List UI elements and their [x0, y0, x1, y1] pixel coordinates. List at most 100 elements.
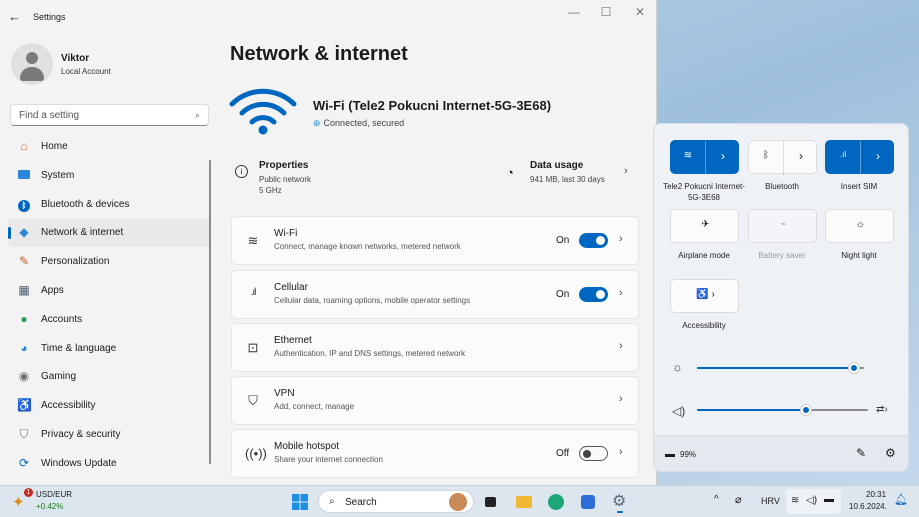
globe-icon: ◕ — [20, 340, 28, 355]
chevron-right-icon[interactable]: › — [706, 149, 740, 163]
hotspot-toggle[interactable] — [579, 446, 608, 461]
brightness-icon: ☼ — [672, 360, 683, 374]
search-icon: ⌕ — [194, 110, 200, 120]
sidebar-item-system[interactable]: System — [8, 161, 210, 190]
data-usage-icon: ◔ — [506, 165, 514, 180]
maximize-icon[interactable]: ☐ — [590, 5, 622, 19]
ethernet-settings-card[interactable]: ⊡ Ethernet Authentication, IP and DNS se… — [231, 323, 639, 372]
start-button[interactable] — [289, 491, 311, 513]
brightness-thumb[interactable] — [848, 363, 859, 373]
sidebar-item-home[interactable]: ⌂ Home — [8, 132, 210, 161]
battery-icon: ▬ — [824, 494, 834, 505]
edit-icon[interactable]: ✎ — [856, 446, 866, 460]
night-light-tile[interactable]: ☼ — [825, 209, 894, 243]
folder-icon — [516, 496, 532, 508]
language-indicator[interactable]: HRV — [761, 496, 780, 506]
wifi-icon: ≋ — [791, 495, 800, 506]
title-bar: ← Settings — ☐ ✕ — [0, 0, 656, 34]
sidebar-item-accounts[interactable]: ● Accounts — [8, 305, 210, 334]
toggle-state-label: Off — [556, 448, 570, 459]
sidebar-item-label: Personalization — [41, 256, 110, 268]
store-button[interactable] — [577, 491, 599, 513]
settings-app-button[interactable]: ⚙ — [609, 491, 631, 513]
tile-label: Tele2 Pokucni Internet-5G-3E68 — [663, 182, 745, 202]
network-profile-type: Public network — [259, 175, 312, 184]
location-icon[interactable]: ⌀ — [735, 493, 742, 506]
tile-label: Accessibility — [682, 321, 726, 330]
chevron-right-icon[interactable]: › — [784, 149, 818, 163]
card-subtitle: Share your internet connection — [274, 455, 383, 464]
close-icon[interactable]: ✕ — [624, 5, 656, 19]
sidebar-item-apps[interactable]: ▦ Apps — [8, 276, 210, 305]
airplane-icon: ✈ — [701, 219, 710, 230]
sidebar-item-label: Privacy & security — [41, 428, 121, 440]
hotspot-icon: ((•)) — [245, 446, 267, 461]
cellular-settings-card[interactable]: .ıl Cellular Cellular data, roaming opti… — [231, 270, 639, 319]
battery-icon[interactable]: ▬ — [665, 449, 675, 460]
settings-window: ← Settings — ☐ ✕ Viktor Local Account Fi… — [0, 0, 657, 485]
task-view-icon — [485, 497, 496, 507]
wifi-settings-card[interactable]: ≋ Wi-Fi Connect, manage known networks, … — [231, 216, 639, 265]
toggle-state-label: On — [556, 289, 570, 300]
chevron-right-icon[interactable]: › — [861, 149, 895, 163]
taskbar-search[interactable]: ⌕ Search — [318, 490, 474, 513]
edge-button[interactable] — [545, 491, 567, 513]
sidebar-item-label: System — [41, 169, 75, 181]
settings-gear-icon[interactable]: ⚙ — [885, 446, 896, 460]
active-indicator — [8, 227, 11, 240]
mobile-hotspot-card[interactable]: ((•)) Mobile hotspot Share your internet… — [231, 429, 639, 478]
sidebar-item-time-language[interactable]: ◕ Time & language — [8, 334, 210, 363]
vpn-settings-card[interactable]: ⛉ VPN Add, connect, manage › — [231, 376, 639, 425]
tile-label: Insert SIM — [840, 182, 878, 191]
task-view-button[interactable] — [480, 491, 502, 513]
search-placeholder: Find a setting — [19, 110, 80, 121]
chevron-right-icon: › — [619, 446, 623, 458]
sidebar-item-accessibility[interactable]: ♿ Accessibility — [8, 391, 210, 420]
network-icon: ◆ — [19, 225, 29, 240]
sidebar-item-bluetooth[interactable]: ᛒ Bluetooth & devices — [8, 190, 210, 219]
clock-date[interactable]: 10.6.2024. — [849, 502, 887, 511]
system-tray-status[interactable]: ≋ ◁) ▬ — [786, 489, 841, 514]
wifi-quick-tile[interactable]: ≋ › — [670, 140, 740, 175]
notification-bell-icon[interactable]: 🔔︎ — [894, 493, 908, 506]
cellular-quick-tile[interactable]: .ıl › — [825, 140, 895, 175]
notification-badge: 1 — [24, 488, 33, 497]
volume-slider[interactable] — [697, 405, 868, 415]
chevron-up-icon[interactable]: ^ — [714, 494, 719, 505]
sidebar-item-windows-update[interactable]: ⟳ Windows Update — [8, 449, 210, 478]
sidebar-item-label: Home — [41, 141, 68, 152]
sidebar-item-network[interactable]: ◆ Network & internet — [8, 218, 210, 248]
battery-saver-tile: ⌁ — [748, 209, 817, 243]
brightness-slider[interactable] — [697, 363, 864, 373]
info-icon: i — [235, 165, 248, 178]
avatar[interactable] — [11, 43, 53, 85]
file-explorer-button[interactable] — [513, 491, 535, 513]
speaker-icon[interactable]: ◁) — [672, 404, 685, 418]
sidebar-nav: ⌂ Home System ᛒ Bluetooth & devices ◆ Ne… — [8, 132, 210, 478]
page-title: Network & internet — [230, 43, 408, 65]
bluetooth-icon: ᛒ — [17, 197, 31, 212]
quick-settings-footer: ▬ 99% ✎ ⚙ — [654, 435, 908, 471]
sidebar-item-privacy[interactable]: ⛉ Privacy & security — [8, 420, 210, 449]
minimize-icon[interactable]: — — [558, 5, 590, 19]
search-input[interactable]: Find a setting ⌕ — [10, 104, 209, 126]
sidebar-item-personalization[interactable]: ✎ Personalization — [8, 247, 210, 276]
sidebar-item-label: Accessibility — [41, 400, 96, 412]
airplane-mode-tile[interactable]: ✈ — [670, 209, 739, 243]
clock-time[interactable]: 20:31 — [866, 490, 886, 499]
chart-icon: ✦ — [12, 494, 25, 511]
sidebar-scrollbar[interactable] — [209, 160, 211, 464]
bluetooth-quick-tile[interactable]: ᛒ › — [748, 140, 818, 175]
accessibility-tile[interactable]: ♿ › — [670, 279, 739, 313]
properties-title: Properties — [259, 160, 309, 171]
wifi-toggle[interactable] — [579, 233, 608, 248]
brush-icon: ✎ — [18, 254, 30, 269]
sidebar-item-gaming[interactable]: ◉ Gaming — [8, 362, 210, 391]
home-icon: ⌂ — [20, 139, 28, 153]
audio-output-icon[interactable]: ⇄› — [876, 404, 888, 415]
volume-thumb[interactable] — [801, 405, 812, 415]
sidebar-item-label: Accounts — [41, 313, 83, 325]
cellular-toggle[interactable] — [579, 287, 608, 302]
update-icon: ⟳ — [18, 455, 30, 470]
back-arrow-icon[interactable]: ← — [8, 9, 21, 24]
